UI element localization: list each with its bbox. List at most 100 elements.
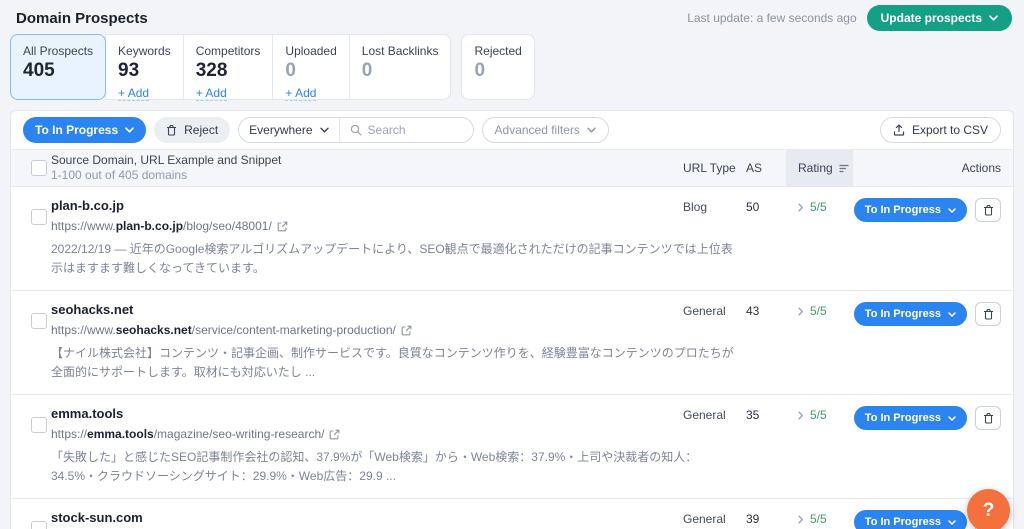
page-header: Domain Prospects Last update: a few seco… xyxy=(0,0,1024,34)
row-status-button[interactable]: To In Progress xyxy=(853,510,967,529)
update-prospects-label: Update prospects xyxy=(880,11,982,25)
row-delete-button[interactable] xyxy=(975,302,1001,326)
tab-count: 328 xyxy=(195,60,228,81)
prospect-tab[interactable]: Rejected 0 xyxy=(461,34,535,100)
table-row: stock-sun.com https://stock-sun.com/colu… xyxy=(11,499,1013,529)
search-scope-select[interactable]: Everywhere xyxy=(239,118,340,142)
reject-button[interactable]: Reject xyxy=(154,117,231,143)
tab-count: 0 xyxy=(361,60,373,81)
chevron-down-icon xyxy=(125,127,134,133)
as-value: 50 xyxy=(746,200,760,214)
url-prefix: https://www. xyxy=(51,219,116,233)
table-row: plan-b.co.jp https://www.plan-b.co.jp/bl… xyxy=(11,187,1013,291)
help-button[interactable]: ? xyxy=(967,489,1010,529)
row-delete-button[interactable] xyxy=(975,198,1001,222)
url-line: https://www.plan-b.co.jp/blog/seo/48001/ xyxy=(51,219,683,234)
search-icon xyxy=(350,124,362,136)
domain-link[interactable]: emma.tools xyxy=(51,406,683,422)
rating-value: 5/5 xyxy=(810,408,827,422)
snippet-text: 「失敗した」と感じたSEO記事制作会社の認知、37.9%が「Web検索」から・W… xyxy=(51,450,698,483)
row-delete-button[interactable] xyxy=(975,406,1001,430)
tab-count: 0 xyxy=(474,60,486,81)
as-value: 35 xyxy=(746,408,760,422)
url-domain: seohacks.net xyxy=(115,323,192,337)
column-url-type: URL Type xyxy=(683,161,736,175)
prospect-tab[interactable]: Lost Backlinks 0 xyxy=(348,34,452,100)
trash-icon xyxy=(166,124,177,136)
url-path: /blog/seo/48001/ xyxy=(183,219,272,233)
domain-link[interactable]: plan-b.co.jp xyxy=(51,198,683,214)
bulk-status-label: To In Progress xyxy=(35,123,119,137)
row-checkbox[interactable] xyxy=(31,521,47,529)
expand-rating-icon[interactable] xyxy=(798,411,804,420)
prospect-tabs: All Prospects 405 Keywords 93 + Add Comp… xyxy=(0,34,1024,101)
snippet-text: 【ナイル株式会社】コンテンツ・記事企画、制作サービスです。良質なコンテンツ作りを… xyxy=(51,346,734,379)
rows-count-text: 1-100 out of 405 domains xyxy=(51,168,188,182)
add-link[interactable]: + Add xyxy=(195,87,227,101)
url-prefix: https:// xyxy=(51,427,88,441)
advanced-filters-button[interactable]: Advanced filters xyxy=(481,117,609,143)
row-status-label: To In Progress xyxy=(864,516,941,528)
page-title: Domain Prospects xyxy=(16,9,148,27)
add-link[interactable]: + Add xyxy=(118,87,150,101)
tab-count: 93 xyxy=(118,60,140,81)
row-checkbox[interactable] xyxy=(31,209,47,225)
row-checkbox[interactable] xyxy=(31,417,47,433)
prospect-tab[interactable]: Competitors 328 + Add xyxy=(182,34,274,101)
expand-rating-icon[interactable] xyxy=(798,515,804,524)
chevron-down-icon xyxy=(989,15,998,21)
expand-rating-icon[interactable] xyxy=(798,307,804,316)
expand-rating-icon[interactable] xyxy=(798,203,804,212)
url-line: https://emma.tools/magazine/seo-writing-… xyxy=(51,427,683,442)
row-status-button[interactable]: To In Progress xyxy=(853,302,967,326)
url-type-value: General xyxy=(683,512,726,526)
table-body: plan-b.co.jp https://www.plan-b.co.jp/bl… xyxy=(11,187,1013,529)
add-link[interactable]: + Add xyxy=(285,87,317,101)
rating-value: 5/5 xyxy=(810,512,827,526)
row-status-button[interactable]: To In Progress xyxy=(853,406,967,430)
prospect-tab[interactable]: All Prospects 405 xyxy=(10,34,107,100)
external-link-icon[interactable] xyxy=(329,429,340,440)
export-csv-label: Export to CSV xyxy=(911,123,988,137)
url-text: https://emma.tools/magazine/seo-writing-… xyxy=(51,427,324,442)
update-prospects-button[interactable]: Update prospects xyxy=(866,5,1012,31)
url-path: /service/content-marketing-production/ xyxy=(191,323,396,337)
row-checkbox[interactable] xyxy=(31,313,47,329)
select-all-checkbox[interactable] xyxy=(31,160,47,176)
last-update-text: Last update: a few seconds ago xyxy=(687,11,857,25)
search-input[interactable] xyxy=(367,123,463,137)
column-source-domain: Source Domain, URL Example and Snippet xyxy=(51,153,282,167)
as-value: 39 xyxy=(746,512,760,526)
export-icon xyxy=(893,124,905,136)
domain-link[interactable]: stock-sun.com xyxy=(51,510,683,526)
url-text: https://www.seohacks.net/service/content… xyxy=(51,323,396,338)
url-prefix: https://www. xyxy=(51,323,116,337)
tab-count: 0 xyxy=(285,60,296,81)
export-csv-button[interactable]: Export to CSV xyxy=(879,117,1001,143)
prospect-tab[interactable]: Uploaded 0 + Add xyxy=(272,34,350,101)
column-rating-sort[interactable]: Rating xyxy=(786,150,853,186)
prospect-tab[interactable]: Keywords 93 + Add xyxy=(105,34,184,101)
tab-count: 405 xyxy=(23,60,55,81)
chevron-down-icon xyxy=(319,127,329,133)
chevron-down-icon xyxy=(587,127,596,133)
url-line: https://www.seohacks.net/service/content… xyxy=(51,323,683,338)
tab-label: Lost Backlinks xyxy=(361,44,439,58)
column-as[interactable]: AS xyxy=(746,150,786,186)
bulk-status-button[interactable]: To In Progress xyxy=(23,117,147,143)
chevron-down-icon xyxy=(948,311,956,317)
advanced-filters-label: Advanced filters xyxy=(494,123,580,137)
search-control: Everywhere xyxy=(238,117,474,143)
tab-label: Rejected xyxy=(474,44,522,58)
chevron-down-icon xyxy=(948,415,956,421)
search-scope-label: Everywhere xyxy=(249,123,313,137)
row-status-button[interactable]: To In Progress xyxy=(853,198,967,222)
external-link-icon[interactable] xyxy=(401,325,412,336)
url-type-value: General xyxy=(683,304,726,318)
tab-label: Competitors xyxy=(195,44,261,58)
domain-link[interactable]: seohacks.net xyxy=(51,302,683,318)
url-type-value: Blog xyxy=(683,200,708,214)
tab-label: All Prospects xyxy=(23,44,94,58)
rating-value: 5/5 xyxy=(810,200,827,214)
external-link-icon[interactable] xyxy=(277,221,288,232)
